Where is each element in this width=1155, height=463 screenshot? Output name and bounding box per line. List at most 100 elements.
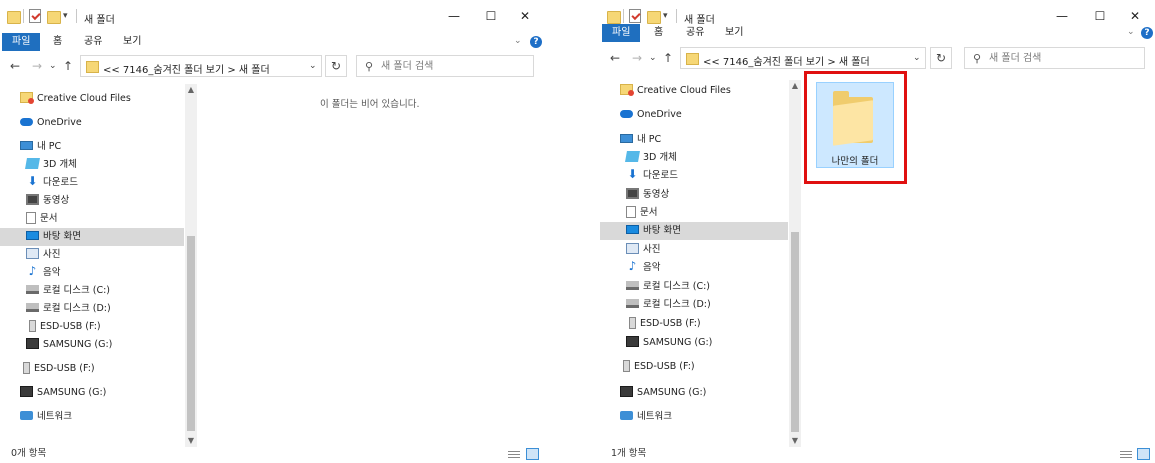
divider (623, 9, 624, 23)
help-icon[interactable]: ? (530, 36, 542, 48)
nav-label: 다운로드 (43, 177, 78, 188)
refresh-button[interactable]: ↻ (930, 47, 952, 69)
scroll-up-icon[interactable]: ▲ (789, 80, 801, 92)
nav-scrollbar[interactable]: ▲ ▼ (789, 80, 801, 447)
tab-view[interactable]: 보기 (123, 33, 141, 51)
chevron-down-icon[interactable]: ⌄ (309, 61, 317, 71)
nav-item-music[interactable]: ♪ 음악 (626, 259, 661, 277)
back-arrow-icon[interactable]: ← (610, 51, 620, 65)
nav-item-desktop[interactable]: 바탕 화면 (600, 222, 788, 240)
nav-item-local-disk-d[interactable]: 로컬 디스크 (D:) (626, 296, 711, 314)
scroll-thumb[interactable] (791, 232, 799, 432)
nav-item-onedrive[interactable]: OneDrive (620, 106, 682, 124)
large-icons-view-icon[interactable] (1137, 448, 1150, 460)
nav-item-samsung-root[interactable]: SAMSUNG (G:) (620, 384, 706, 402)
status-item-count: 0개 항목 (11, 448, 47, 459)
maximize-button[interactable]: ☐ (481, 7, 501, 25)
tab-home[interactable]: 홈 (654, 24, 663, 42)
nav-item-videos[interactable]: 동영상 (626, 186, 669, 204)
nav-item-this-pc[interactable]: 내 PC (20, 138, 61, 156)
back-arrow-icon[interactable]: ← (10, 59, 20, 73)
search-input[interactable] (381, 59, 521, 73)
up-arrow-icon[interactable]: ↑ (63, 59, 73, 73)
address-bar[interactable]: << 7146_숨겨진 폴더 보기 > 새 폴더 ⌄ (680, 47, 926, 69)
folder-icon (86, 61, 99, 73)
chevron-down-icon[interactable]: ▾ (663, 11, 668, 25)
search-box[interactable]: ⚲ (356, 55, 534, 77)
nav-item-samsung[interactable]: SAMSUNG (G:) (26, 336, 112, 354)
nav-item-3d-objects[interactable]: 3D 개체 (625, 149, 677, 167)
new-folder-icon[interactable] (647, 11, 661, 24)
tab-view[interactable]: 보기 (725, 24, 743, 42)
nav-item-creative-cloud[interactable]: Creative Cloud Files (620, 82, 731, 100)
breadcrumb[interactable]: << 7146_숨겨진 폴더 보기 > 새 폴더 (103, 61, 270, 76)
help-icon[interactable]: ? (1141, 27, 1153, 39)
ribbon-expand-icon[interactable]: ⌄ (1127, 27, 1135, 37)
nav-item-esd-usb[interactable]: ESD-USB (F:) (626, 315, 701, 333)
nav-item-local-disk-c[interactable]: 로컬 디스크 (C:) (26, 282, 110, 300)
close-button[interactable]: ✕ (515, 7, 535, 25)
nav-item-onedrive[interactable]: OneDrive (20, 114, 82, 132)
nav-label: 내 PC (637, 134, 662, 145)
nav-item-documents[interactable]: 문서 (626, 204, 657, 222)
tab-share[interactable]: 공유 (686, 24, 704, 42)
details-view-icon[interactable] (508, 449, 520, 460)
refresh-button[interactable]: ↻ (325, 55, 347, 77)
chevron-down-icon[interactable]: ⌄ (913, 53, 921, 63)
creative-cloud-folder-icon (620, 84, 634, 96)
desktop-icon (626, 225, 639, 234)
nav-item-creative-cloud[interactable]: Creative Cloud Files (20, 90, 131, 108)
nav-item-network[interactable]: 네트워크 (620, 408, 672, 426)
nav-item-local-disk-d[interactable]: 로컬 디스크 (D:) (26, 300, 111, 318)
search-input[interactable] (989, 51, 1129, 65)
nav-item-downloads[interactable]: ⬇ 다운로드 (26, 174, 78, 192)
recent-chevron-icon[interactable]: ⌄ (649, 53, 657, 63)
nav-item-esd-usb-root[interactable]: ESD-USB (F:) (20, 360, 95, 378)
scroll-up-icon[interactable]: ▲ (185, 84, 197, 96)
nav-label: SAMSUNG (G:) (637, 387, 707, 398)
chevron-down-icon[interactable]: ▾ (63, 11, 68, 25)
tab-home[interactable]: 홈 (53, 33, 62, 51)
close-button[interactable]: ✕ (1125, 7, 1145, 25)
scroll-thumb[interactable] (187, 236, 195, 431)
properties-icon[interactable] (629, 9, 641, 23)
nav-item-documents[interactable]: 문서 (26, 210, 57, 228)
forward-arrow-icon[interactable]: → (32, 59, 42, 73)
nav-item-downloads[interactable]: ⬇ 다운로드 (626, 167, 678, 185)
forward-arrow-icon[interactable]: → (632, 51, 642, 65)
nav-item-this-pc[interactable]: 내 PC (620, 131, 661, 149)
details-view-icon[interactable] (1120, 449, 1132, 460)
maximize-button[interactable]: ☐ (1090, 7, 1110, 25)
scroll-down-icon[interactable]: ▼ (185, 435, 197, 447)
address-bar[interactable]: << 7146_숨겨진 폴더 보기 > 새 폴더 ⌄ (80, 55, 322, 77)
nav-item-esd-usb[interactable]: ESD-USB (F:) (26, 318, 101, 336)
tab-file[interactable]: 파일 (2, 33, 41, 51)
tab-share[interactable]: 공유 (84, 33, 102, 51)
cloud-icon (620, 109, 633, 118)
nav-item-videos[interactable]: 동영상 (26, 192, 69, 210)
nav-item-esd-usb-root[interactable]: ESD-USB (F:) (620, 358, 695, 376)
properties-icon[interactable] (29, 9, 41, 23)
new-folder-icon[interactable] (47, 11, 61, 24)
nav-item-local-disk-c[interactable]: 로컬 디스크 (C:) (626, 278, 710, 296)
nav-item-3d-objects[interactable]: 3D 개체 (25, 156, 77, 174)
nav-item-samsung-root[interactable]: SAMSUNG (G:) (20, 384, 106, 402)
tab-file[interactable]: 파일 (602, 24, 641, 42)
large-icons-view-icon[interactable] (526, 448, 539, 460)
nav-item-network[interactable]: 네트워크 (20, 408, 72, 426)
nav-item-samsung[interactable]: SAMSUNG (G:) (626, 334, 712, 352)
ribbon-expand-icon[interactable]: ⌄ (514, 36, 522, 46)
up-arrow-icon[interactable]: ↑ (663, 51, 673, 65)
nav-item-pictures[interactable]: 사진 (626, 241, 660, 259)
search-box[interactable]: ⚲ (964, 47, 1145, 69)
folder-icon (7, 11, 21, 24)
minimize-button[interactable]: — (1052, 7, 1072, 25)
nav-item-music[interactable]: ♪ 음악 (26, 264, 61, 282)
scroll-down-icon[interactable]: ▼ (789, 435, 801, 447)
breadcrumb[interactable]: << 7146_숨겨진 폴더 보기 > 새 폴더 (703, 53, 870, 68)
nav-item-desktop[interactable]: 바탕 화면 (0, 228, 184, 246)
minimize-button[interactable]: — (444, 7, 464, 25)
recent-chevron-icon[interactable]: ⌄ (49, 61, 57, 71)
nav-scrollbar[interactable]: ▲ ▼ (185, 84, 197, 447)
nav-item-pictures[interactable]: 사진 (26, 246, 60, 264)
